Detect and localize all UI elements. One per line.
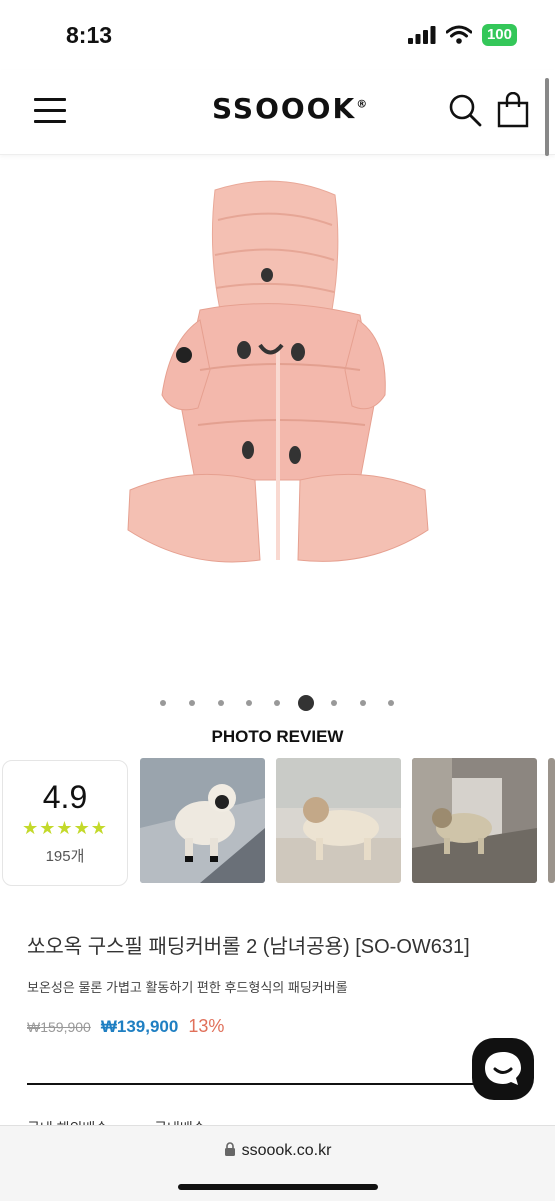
product-description: 보온성은 물론 가볍고 활동하기 편한 후드형식의 패딩커버롤: [27, 980, 348, 995]
section-divider: [27, 1083, 497, 1085]
url-text: ssoook.co.kr: [241, 1142, 332, 1159]
product-image[interactable]: [120, 170, 435, 580]
rating-score: 4.9: [42, 779, 88, 815]
carousel-dot[interactable]: [360, 700, 366, 706]
home-indicator: [178, 1184, 378, 1190]
carousel-dot[interactable]: [160, 700, 166, 706]
review-photo-thumbnail[interactable]: [412, 758, 537, 883]
status-bar: 8:13 100: [0, 0, 555, 70]
original-price: ₩159,900: [27, 1019, 91, 1035]
rating-summary-card[interactable]: 4.9 ★★★★★ 195개: [2, 760, 128, 886]
carousel-dot[interactable]: [246, 700, 252, 706]
battery-indicator: 100: [481, 24, 517, 46]
shopping-bag-icon[interactable]: [496, 92, 530, 128]
price-row: ₩159,900 ₩139,900 13%: [27, 1016, 224, 1037]
carousel-dots: [0, 692, 555, 714]
hamburger-menu-icon[interactable]: [34, 98, 66, 124]
carousel-dot-active[interactable]: [298, 695, 314, 711]
site-header: SSOOOK®: [0, 70, 555, 155]
site-logo[interactable]: SSOOOK®: [212, 92, 367, 125]
chat-bubble-icon: [485, 1052, 521, 1085]
page-scrollbar[interactable]: [545, 78, 549, 156]
search-icon[interactable]: [447, 92, 483, 128]
carousel-dot[interactable]: [274, 700, 280, 706]
status-time: 8:13: [66, 22, 113, 48]
review-photo-thumbnail[interactable]: [140, 758, 265, 883]
photo-review-title: PHOTO REVIEW: [211, 727, 344, 746]
rating-stars: ★★★★★: [22, 818, 108, 838]
chat-button[interactable]: [472, 1038, 534, 1100]
discount-rate: 13%: [188, 1016, 225, 1036]
carousel-dot[interactable]: [189, 700, 195, 706]
browser-url-bar: ssoook.co.kr: [0, 1125, 555, 1201]
sale-price: ₩139,900: [100, 1017, 179, 1036]
product-title: 쏘오옥 구스필 패딩커버롤 2 (남녀공용) [SO-OW631]: [27, 936, 470, 958]
cellular-signal-icon: [407, 26, 436, 44]
wifi-icon: [445, 25, 472, 44]
carousel-dot[interactable]: [218, 700, 224, 706]
review-photo-thumbnail[interactable]: [548, 758, 555, 883]
status-icons: 100: [407, 24, 517, 46]
review-count: 195개: [45, 848, 85, 865]
carousel-dot[interactable]: [331, 700, 337, 706]
registered-mark: ®: [356, 97, 368, 111]
carousel-dot[interactable]: [388, 700, 394, 706]
logo-text: SSOOOK: [212, 92, 357, 125]
address-bar[interactable]: ssoook.co.kr: [0, 1142, 555, 1160]
review-photo-thumbnail[interactable]: [276, 758, 401, 883]
lock-icon: [224, 1142, 235, 1156]
